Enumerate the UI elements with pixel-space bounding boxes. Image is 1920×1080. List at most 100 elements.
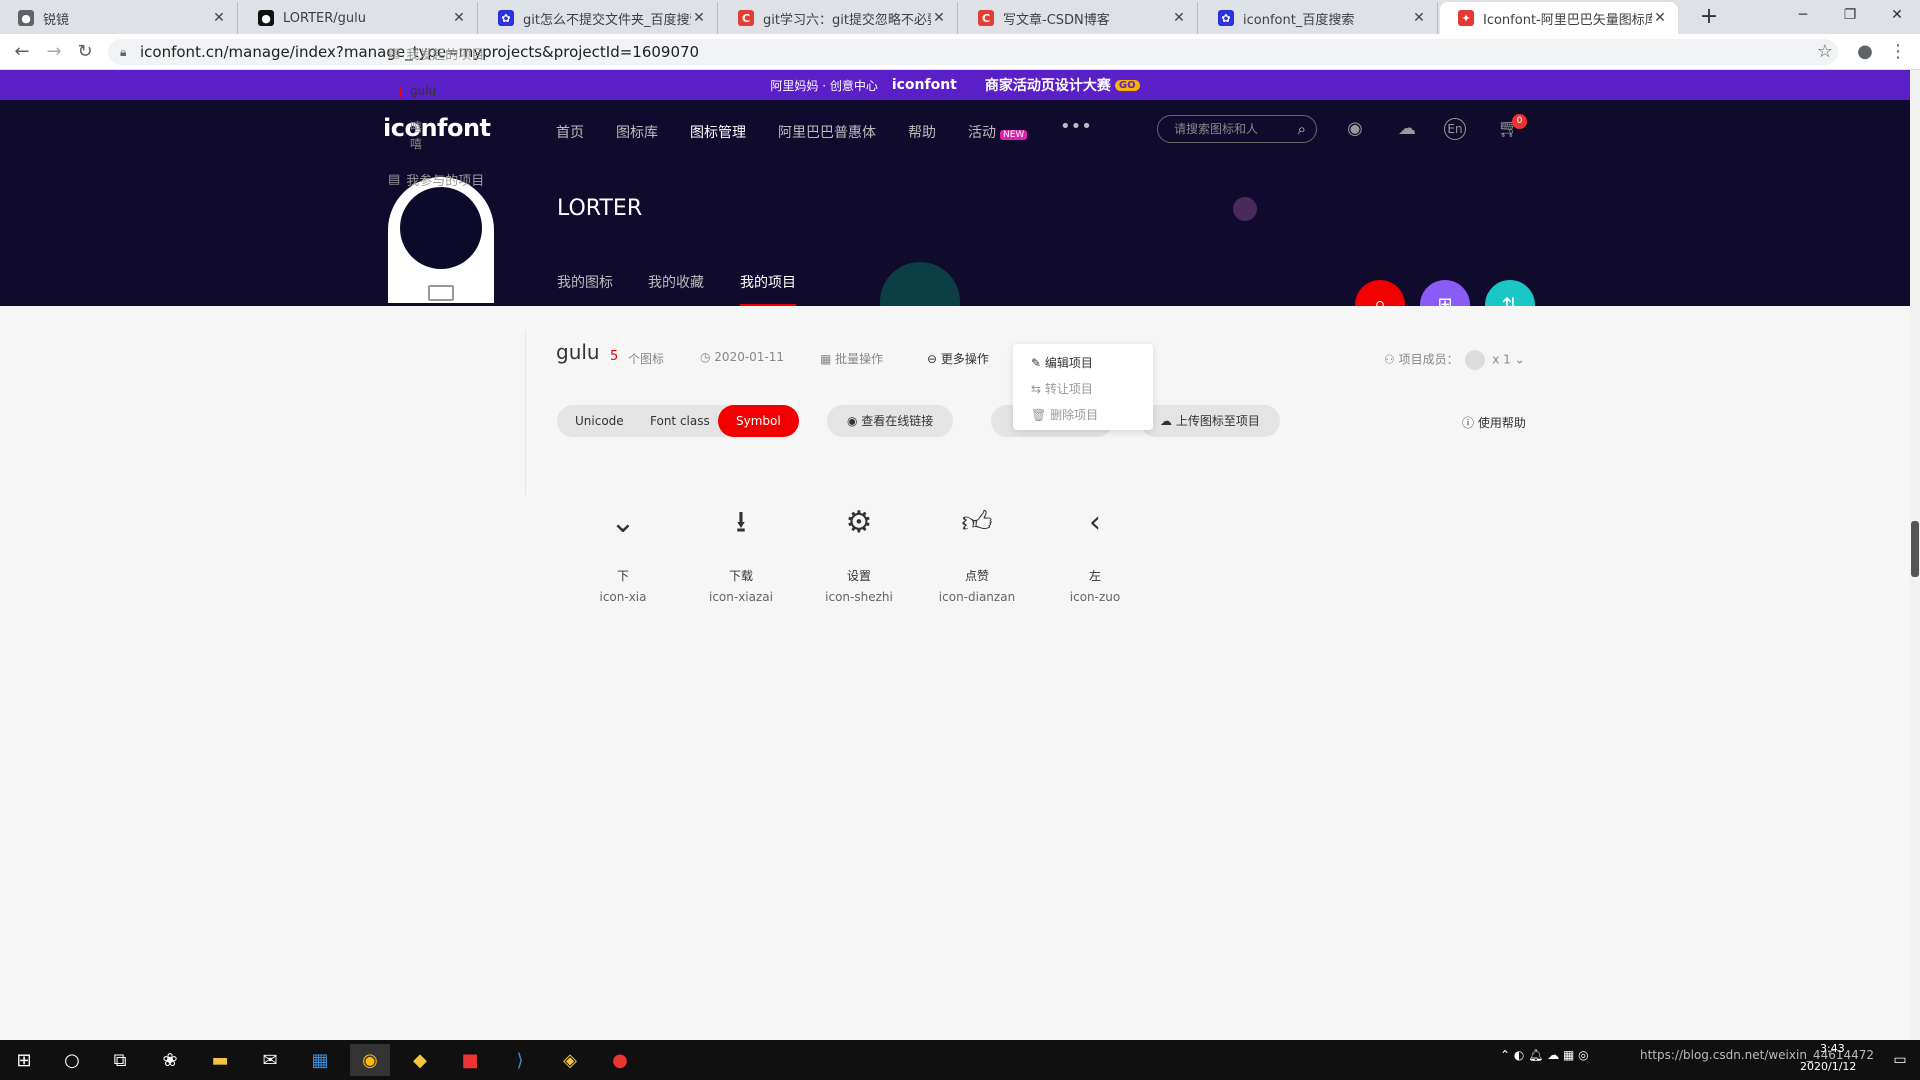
format-symbol[interactable]: Symbol [718, 405, 799, 437]
windows-start-icon[interactable]: ⊞ [4, 1044, 44, 1076]
members-label: 项目成员： [1398, 352, 1459, 367]
sidebar-item-gulu[interactable]: gulu [399, 84, 436, 98]
icon-name: 下载 [728, 569, 753, 583]
gear-icon: ⚙ [845, 505, 873, 540]
sidebar-item-xixi[interactable]: 嘻嘻 [410, 118, 422, 152]
scrollbar-thumb[interactable] [1911, 521, 1919, 577]
username: LORTER [557, 196, 643, 221]
browser-tab[interactable]: ● LORTER/gulu ✕ [240, 2, 478, 34]
profile-icon[interactable]: ● [1852, 40, 1878, 64]
system-tray-icons[interactable]: ⌃ ◐ 🔔︎ ☁ ▦ ◎ [1500, 1048, 1589, 1062]
app-icon[interactable]: ❀ [150, 1044, 190, 1076]
forward-icon[interactable]: → [41, 40, 67, 64]
promo-banner[interactable]: 阿里妈妈 · 创意中心 iconfont 商家活动页设计大赛 GO [0, 70, 1910, 100]
bookmark-star-icon[interactable]: ☆ [1812, 40, 1838, 64]
decorative-planet [1233, 197, 1257, 221]
address-bar: ← → ↻ 🔒︎ iconfont.cn/manage/index?manage… [0, 34, 1920, 70]
nav-item-help[interactable]: 帮助 [908, 122, 936, 142]
usage-help-link[interactable]: ⓘ 使用帮助 [1462, 414, 1526, 431]
browser-tab[interactable]: ✿ git怎么不提交文件夹_百度搜索 ✕ [480, 2, 718, 34]
project-list-icon: ▤ [388, 172, 401, 187]
upload-to-project-button[interactable]: ☁ 上传图标至项目 [1140, 405, 1280, 437]
language-toggle[interactable]: En [1444, 118, 1466, 140]
chevron-down-icon: ⌄ [610, 505, 636, 540]
browser-tab[interactable]: C git学习六：git提交忽略不必要的 ✕ [720, 2, 958, 34]
close-window-icon[interactable]: ✕ [1874, 0, 1920, 30]
chrome-icon[interactable]: ◉ [350, 1044, 390, 1076]
mail-icon[interactable]: ✉ [250, 1044, 290, 1076]
upload-cloud-icon[interactable]: ☁ [1394, 116, 1420, 142]
notifications-icon[interactable]: ▭ [1880, 1044, 1920, 1076]
icon-card[interactable]: 👍︎ 点赞 icon-dianzan [922, 505, 1032, 604]
menu-item-transfer-project[interactable]: ⇆ 转让项目 [1013, 376, 1153, 402]
close-icon[interactable]: ✕ [1411, 10, 1427, 26]
icon-count: 5 [610, 349, 619, 364]
github-icon: ● [258, 10, 274, 26]
windows-taskbar: ⊞ ○ ⧉ ❀ ▬ ✉ ▦ ◉ ◆ ■ ⟩ ◈ ● ⌃ ◐ 🔔︎ ☁ ▦ ◎ h… [0, 1040, 1920, 1080]
search-icon[interactable]: ⌕ [1298, 116, 1306, 142]
browser-tab-active[interactable]: ✦ Iconfont-阿里巴巴矢量图标库 ✕ [1440, 2, 1678, 34]
new-tab-button[interactable]: + [1693, 2, 1725, 32]
icon-card[interactable]: ⌄ 下 icon-xia [568, 505, 678, 604]
task-view-icon[interactable]: ⧉ [100, 1044, 140, 1076]
nav-item-icon-library[interactable]: 图标库 [616, 122, 658, 142]
clock-time[interactable]: 3:43 [1820, 1042, 1845, 1055]
joined-projects-heading: ▤ 我参与的项目 [388, 170, 528, 189]
close-icon[interactable]: ✕ [211, 10, 227, 26]
nav-item-activity[interactable]: 活动 NEW [968, 122, 1028, 142]
browser-tab[interactable]: C 写文章-CSDN博客 ✕ [960, 2, 1198, 34]
record-icon[interactable]: ● [600, 1044, 640, 1076]
main-content [0, 306, 1910, 1040]
app-icon[interactable]: ▦ [300, 1044, 340, 1076]
tab-my-favorites[interactable]: 我的收藏 [648, 272, 704, 292]
browser-tab[interactable]: ✿ iconfont_百度搜索 ✕ [1200, 2, 1438, 34]
reload-icon[interactable]: ↻ [72, 40, 98, 64]
close-icon[interactable]: ✕ [931, 10, 947, 26]
close-icon[interactable]: ✕ [1652, 10, 1668, 26]
site-search-input[interactable]: 请搜索图标和人 ⌕ [1157, 115, 1317, 143]
batch-operation-button[interactable]: ▦ 批量操作 [820, 350, 883, 367]
date-text: 2020-01-11 [714, 350, 785, 364]
icon-code: icon-zuo [1069, 590, 1121, 604]
chrome-icon: ● [18, 10, 34, 26]
tab-my-icons[interactable]: 我的图标 [557, 272, 613, 292]
back-icon[interactable]: ← [9, 40, 35, 64]
astronaut-badge [428, 285, 454, 301]
format-unicode[interactable]: Unicode [575, 405, 624, 437]
menu-item-edit-project[interactable]: ✎ 编辑项目 [1013, 350, 1153, 376]
app-icon[interactable]: ◆ [400, 1044, 440, 1076]
nav-item-home[interactable]: 首页 [556, 122, 584, 142]
view-online-link-button[interactable]: ◉ 查看在线链接 [827, 405, 954, 437]
close-icon[interactable]: ✕ [691, 10, 707, 26]
clock-date[interactable]: 2020/1/12 [1800, 1060, 1856, 1073]
more-operations-button[interactable]: ⊖ 更多操作 [927, 350, 989, 367]
menu-kebab-icon[interactable]: ⋮ [1885, 40, 1911, 64]
icon-card[interactable]: ⚙ 设置 icon-shezhi [804, 505, 914, 604]
lock-icon: 🔒︎ [120, 45, 127, 59]
nav-item-icon-manage[interactable]: 图标管理 [690, 122, 746, 142]
close-icon[interactable]: ✕ [451, 10, 467, 26]
project-members[interactable]: ⚇ 项目成员： x 1 ⌄ [1384, 350, 1525, 370]
minimize-icon[interactable]: ─ [1780, 0, 1826, 30]
file-explorer-icon[interactable]: ▬ [200, 1044, 240, 1076]
restore-icon[interactable]: ❐ [1827, 0, 1873, 30]
vscode-icon[interactable]: ⟩ [500, 1044, 540, 1076]
icon-card[interactable]: ‹ 左 icon-zuo [1040, 505, 1150, 604]
app-icon[interactable]: ◈ [550, 1044, 590, 1076]
cortana-icon[interactable]: ○ [52, 1044, 92, 1076]
icon-card[interactable]: ⭳ 下载 icon-xiazai [686, 505, 796, 604]
clock-icon: ◷ [700, 350, 715, 364]
nav-item-font[interactable]: 阿里巴巴普惠体 [778, 122, 876, 142]
app-icon[interactable]: ■ [450, 1044, 490, 1076]
menu-item-delete-project[interactable]: 🗑︎ 删除项目 [1013, 402, 1153, 428]
format-font-class[interactable]: Font class [650, 405, 710, 437]
tab-my-projects[interactable]: 我的项目 [740, 272, 796, 306]
browser-tab[interactable]: ● 锐镜 ✕ [0, 2, 238, 34]
site-logo[interactable]: iconfont [383, 114, 491, 142]
url-input[interactable]: 🔒︎ iconfont.cn/manage/index?manage_type=… [108, 39, 1838, 65]
tab-title: 锐镜 [43, 12, 70, 28]
more-dots-icon[interactable]: ••• [1060, 116, 1092, 137]
cart-count-badge: 0 [1512, 114, 1527, 129]
close-icon[interactable]: ✕ [1171, 10, 1187, 26]
github-icon[interactable]: ◉ [1342, 116, 1368, 142]
